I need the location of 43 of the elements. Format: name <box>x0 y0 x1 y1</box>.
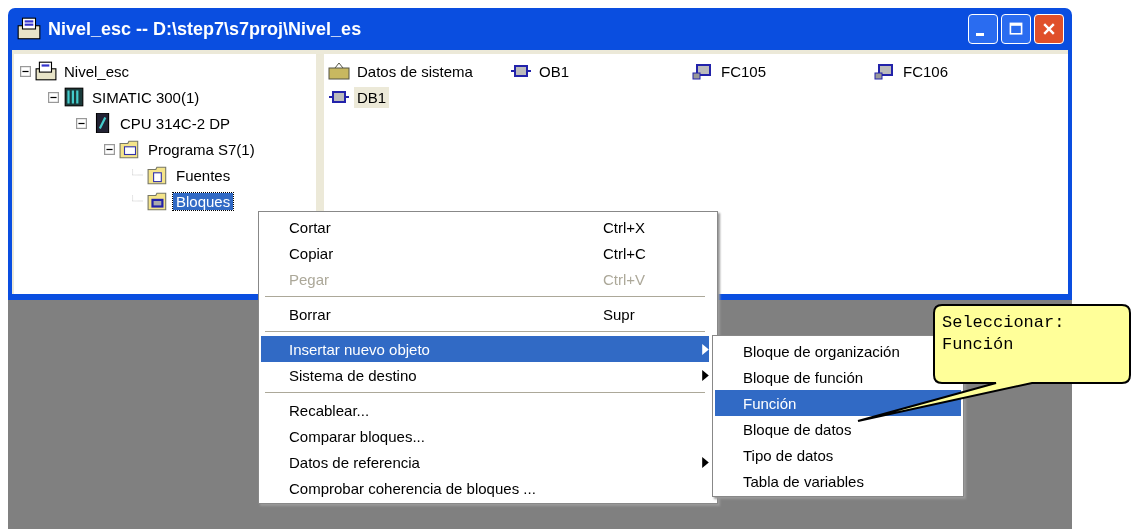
rack-icon <box>63 87 85 107</box>
object-item[interactable]: Datos de sistema <box>354 60 476 82</box>
collapse-icon[interactable] <box>48 91 59 103</box>
menu-item[interactable]: Comparar bloques... <box>261 423 709 449</box>
menu-item[interactable]: Datos de referencia <box>261 449 709 475</box>
maximize-icon <box>1008 21 1024 37</box>
object-item[interactable]: DB1 <box>354 86 390 108</box>
tree-item[interactable]: Programa S7(1) <box>145 140 258 158</box>
menu-item[interactable]: Copiar Ctrl+C <box>261 240 709 266</box>
tree-item[interactable]: SIMATIC 300(1) <box>89 88 203 106</box>
menu-item[interactable]: Insertar nuevo objeto <box>261 336 709 362</box>
minimize-icon <box>976 32 984 36</box>
collapse-icon[interactable] <box>20 65 31 77</box>
menu-item[interactable]: Sistema de destino <box>261 362 709 388</box>
menu-item[interactable]: Tipo de datos <box>715 442 961 468</box>
tree-item[interactable]: Fuentes <box>173 166 234 184</box>
toolbox-icon <box>328 62 350 80</box>
tree-item[interactable]: Nivel_esc <box>61 62 133 80</box>
project-icon <box>35 61 57 81</box>
collapse-icon[interactable] <box>76 117 87 129</box>
object-item[interactable]: FC105 <box>718 60 770 82</box>
callout-text: Seleccionar: Función <box>942 312 1065 356</box>
object-item[interactable]: FC106 <box>900 60 952 82</box>
menu-item[interactable]: Recablear... <box>261 397 709 423</box>
window-title: Nivel_esc -- D:\step7\s7proj\Nivel_es <box>48 18 363 40</box>
close-button[interactable] <box>1034 14 1064 44</box>
maximize-button[interactable] <box>1001 14 1031 44</box>
tree-item[interactable]: Bloques <box>173 192 234 210</box>
menu-item[interactable]: Borrar Supr <box>261 301 709 327</box>
folder-icon <box>147 165 169 185</box>
tree-item[interactable]: CPU 314C-2 DP <box>117 114 234 132</box>
folder-icon <box>119 139 141 159</box>
menu-item[interactable]: Función <box>715 390 961 416</box>
menu-item[interactable]: Cortar Ctrl+X <box>261 214 709 240</box>
minimize-button[interactable] <box>968 14 998 44</box>
menu-item[interactable]: Tabla de variables <box>715 468 961 494</box>
object-item[interactable]: OB1 <box>536 60 572 82</box>
collapse-icon[interactable] <box>104 143 115 155</box>
project-icon <box>16 17 42 41</box>
folder-icon <box>147 191 169 211</box>
menu-item[interactable]: Comprobar coherencia de bloques ... <box>261 475 709 501</box>
close-icon <box>1041 21 1057 37</box>
menu-item[interactable]: Bloque de datos <box>715 416 961 442</box>
